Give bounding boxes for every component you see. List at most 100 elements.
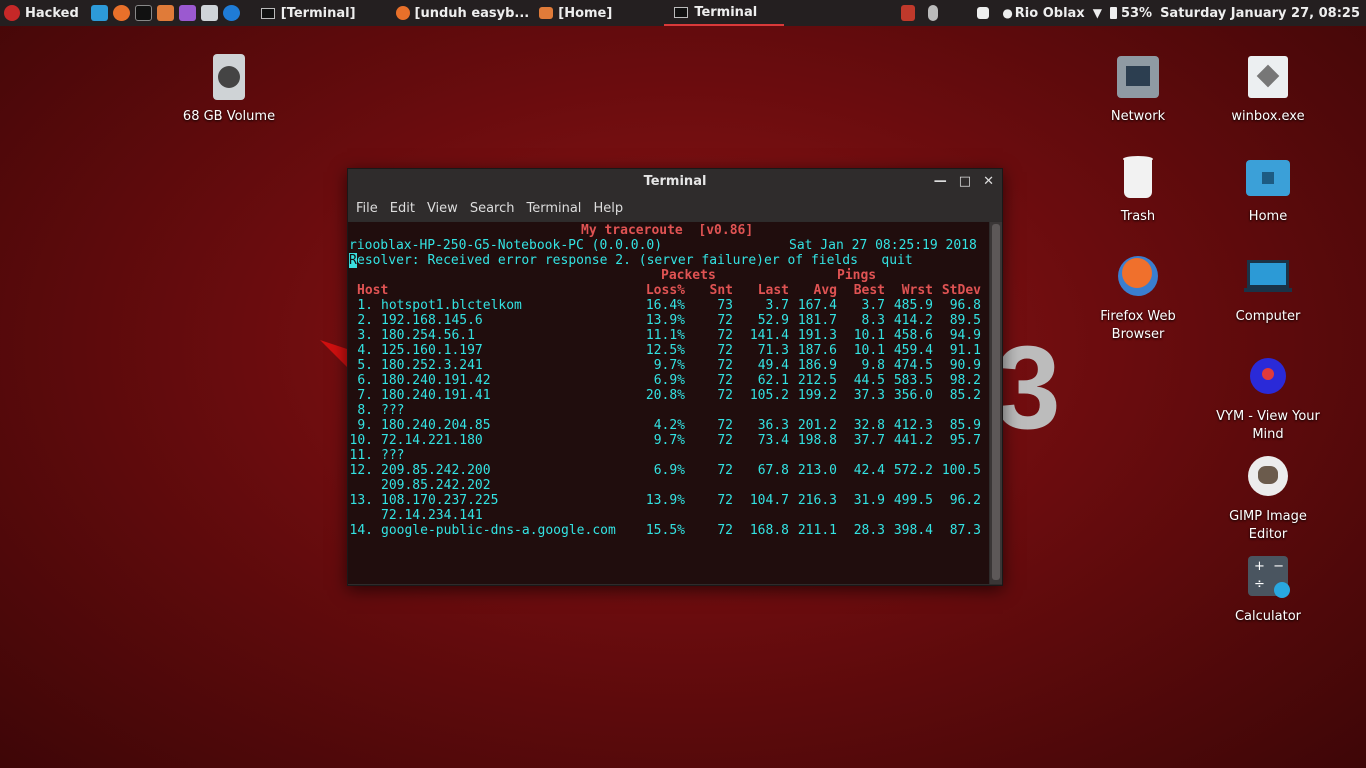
taskbar-item-terminal-1[interactable]: [Terminal] xyxy=(251,0,366,26)
col-best: Best xyxy=(853,283,885,298)
hop-best: 9.8 xyxy=(861,358,885,373)
shield-icon[interactable] xyxy=(901,5,916,21)
hop-host: 209.85.242.202 xyxy=(381,478,491,493)
taskbar-item-home[interactable]: [Home] xyxy=(539,0,622,26)
desktop-icon-trash[interactable]: Trash xyxy=(1078,154,1198,226)
menu-file[interactable]: File xyxy=(350,201,384,216)
hop-loss: 16.4% xyxy=(645,298,685,313)
firefox-icon xyxy=(395,6,410,20)
hop-host: 180.252.3.241 xyxy=(381,358,483,373)
hop-wrst: 583.5 xyxy=(893,373,933,388)
menu-edit[interactable]: Edit xyxy=(384,201,421,216)
hop-stdev: 85.9 xyxy=(949,418,981,433)
hop-host: 209.85.242.200 xyxy=(381,463,491,478)
screenshot-icon[interactable] xyxy=(977,7,990,19)
hop-row: 5. 180.252.3.241 9.7% 72 49.4 186.9 9.8 474.5 90… xyxy=(349,358,989,373)
hop-avg: 212.5 xyxy=(797,373,837,388)
clock[interactable]: Saturday January 27, 08:25 xyxy=(1160,6,1360,21)
hop-row: 10. 72.14.221.180 9.7% 72 73.4 198.8 37.7 441.2… xyxy=(349,433,989,448)
desktop-icon-volume[interactable]: 68 GB Volume xyxy=(169,54,289,126)
start-menu-button[interactable]: Hacked xyxy=(0,0,83,26)
firefox-launcher-icon[interactable] xyxy=(112,5,130,21)
terminal-screen[interactable]: My traceroute [v0.86] riooblax-HP-250-G5… xyxy=(348,222,989,584)
bluetooth-icon[interactable] xyxy=(928,5,939,21)
files-launcher-icon[interactable] xyxy=(156,5,174,21)
desktop-icon-computer[interactable]: Computer xyxy=(1208,254,1328,326)
wifi-icon[interactable]: ▼ xyxy=(1093,6,1102,20)
hop-num: 6. xyxy=(357,373,373,388)
image-viewer-launcher-icon[interactable] xyxy=(200,5,218,21)
user-icon: ● xyxy=(1002,6,1013,20)
hop-num: 7. xyxy=(357,388,373,403)
user-name[interactable]: Rio Oblax xyxy=(1015,6,1085,21)
hop-stdev: 87.3 xyxy=(949,523,981,538)
taskbar-item-firefox[interactable]: [unduh easyb... xyxy=(386,0,540,26)
hop-wrst: 499.5 xyxy=(893,493,933,508)
scrollbar-thumb[interactable] xyxy=(992,224,1000,580)
hop-stdev: 90.9 xyxy=(949,358,981,373)
hop-loss: 15.5% xyxy=(645,523,685,538)
battery-percent[interactable]: 53% xyxy=(1121,6,1152,21)
hop-stdev: 94.9 xyxy=(949,328,981,343)
network-icon xyxy=(1114,54,1162,102)
hop-stdev: 96.8 xyxy=(949,298,981,313)
window-titlebar[interactable]: Terminal — □ ✕ xyxy=(348,169,1002,195)
menu-help[interactable]: Help xyxy=(587,201,629,216)
menu-bar: File Edit View Search Terminal Help xyxy=(348,195,1002,221)
menu-search[interactable]: Search xyxy=(464,201,521,216)
desktop-icon-label: VYM - View Your Mind xyxy=(1216,409,1320,442)
desktop-icon-calculator[interactable]: + − ÷ Calculator xyxy=(1208,554,1328,626)
taskbar-item-label: [Home] xyxy=(558,5,613,21)
menu-terminal[interactable]: Terminal xyxy=(520,201,587,216)
hop-loss: 11.1% xyxy=(645,328,685,343)
show-desktop-icon[interactable] xyxy=(90,5,108,21)
hop-row: 12. 209.85.242.200 6.9% 72 67.8 213.0 42.4 572.… xyxy=(349,463,989,478)
hop-last: 52.9 xyxy=(757,313,789,328)
hop-avg: 199.2 xyxy=(797,388,837,403)
network-tool-launcher-icon[interactable] xyxy=(222,5,240,21)
hop-last: 168.8 xyxy=(749,523,789,538)
desktop-icon-network[interactable]: Network xyxy=(1078,54,1198,126)
terminal-cursor: R xyxy=(349,253,357,268)
hop-row: 3. 180.254.56.1 11.1% 72 141.4 191.3 10.1 458.6… xyxy=(349,328,989,343)
desktop-icon-home[interactable]: Home xyxy=(1208,154,1328,226)
desktop-icon-firefox[interactable]: Firefox Web Browser xyxy=(1078,254,1198,344)
col-wrst: Wrst xyxy=(901,283,933,298)
terminal-scrollbar[interactable] xyxy=(990,222,1002,584)
desktop-icon-label: Home xyxy=(1248,209,1288,224)
hop-best: 3.7 xyxy=(861,298,885,313)
desktop-icon-winbox[interactable]: winbox.exe xyxy=(1208,54,1328,126)
mtr-group-headers: Packets Pings xyxy=(349,268,989,283)
desktop-icon-vym[interactable]: VYM - View Your Mind xyxy=(1208,354,1328,444)
terminal-window[interactable]: Terminal — □ ✕ File Edit View Search Ter… xyxy=(347,168,1003,586)
hop-host: hotspot1.blctelkom xyxy=(381,298,522,313)
taskbar-item-terminal-active[interactable]: Terminal xyxy=(664,0,785,26)
hop-avg: 211.1 xyxy=(797,523,837,538)
minimize-icon[interactable]: — xyxy=(934,169,947,195)
hop-num: 9. xyxy=(357,418,373,433)
executable-icon xyxy=(1244,54,1292,102)
hop-row: 2. 192.168.145.6 13.9% 72 52.9 181.7 8.3 414.2 8… xyxy=(349,313,989,328)
hop-stdev: 89.5 xyxy=(949,313,981,328)
col-avg: Avg xyxy=(813,283,837,298)
mtr-heading-text: My traceroute [v0.86] xyxy=(581,223,754,238)
hop-row: 8.??? xyxy=(349,403,989,418)
hop-best: 37.7 xyxy=(853,433,885,448)
desktop-icon-label: GIMP Image Editor xyxy=(1229,509,1307,542)
terminal-icon xyxy=(260,7,275,19)
hop-last: 105.2 xyxy=(749,388,789,403)
text-editor-launcher-icon[interactable] xyxy=(178,5,196,21)
taskbar-item-label: Terminal xyxy=(694,4,758,20)
hop-best: 10.1 xyxy=(853,343,885,358)
hop-snt: 72 xyxy=(717,463,733,478)
hop-num: 12. xyxy=(349,463,373,478)
maximize-icon[interactable]: □ xyxy=(959,169,971,195)
close-icon[interactable]: ✕ xyxy=(983,169,994,195)
hop-loss: 4.2% xyxy=(653,418,685,433)
hop-wrst: 474.5 xyxy=(893,358,933,373)
desktop-icon-gimp[interactable]: GIMP Image Editor xyxy=(1208,454,1328,544)
hop-last: 62.1 xyxy=(757,373,789,388)
terminal-launcher-icon[interactable] xyxy=(134,5,152,21)
menu-view[interactable]: View xyxy=(421,201,464,216)
hop-loss: 13.9% xyxy=(645,313,685,328)
